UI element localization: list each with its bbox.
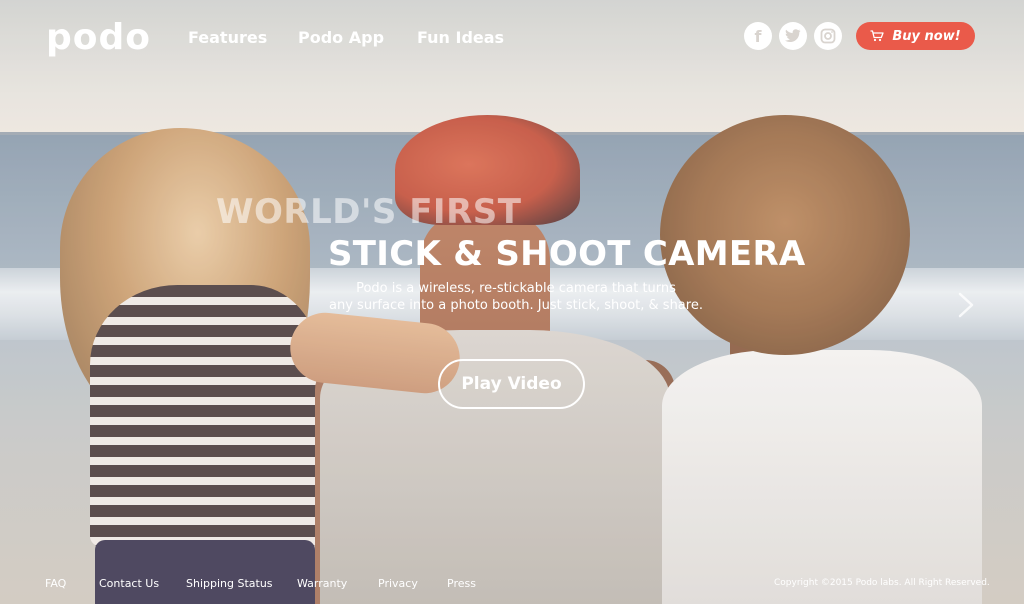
hero-headline-main: STICK & SHOOT CAMERA [328, 234, 806, 274]
chevron-right-icon[interactable] [956, 290, 976, 320]
nav-link-features[interactable]: Features [188, 28, 267, 48]
hero-description: Podo is a wireless, re-stickable camera … [316, 280, 716, 314]
nav-link-podo-app[interactable]: Podo App [298, 28, 384, 48]
hero-headline-top: WORLD'S FIRST [216, 192, 522, 232]
copyright-text: Copyright ©2015 Podo labs. All Right Res… [774, 578, 990, 588]
hero-description-line1: Podo is a wireless, re-stickable camera … [356, 281, 676, 296]
instagram-icon[interactable] [814, 22, 842, 50]
hero-description-line2: any surface into a photo booth. Just sti… [329, 298, 703, 313]
podo-logo[interactable]: podo [46, 16, 151, 60]
footer-link-press[interactable]: Press [447, 577, 476, 590]
buy-now-button[interactable]: Buy now! [856, 22, 975, 50]
nav-link-fun-ideas[interactable]: Fun Ideas [417, 28, 504, 48]
next-slide-arrow [958, 292, 974, 318]
footer-link-contact-us[interactable]: Contact Us [99, 577, 159, 590]
footer-link-privacy[interactable]: Privacy [378, 577, 418, 590]
facebook-glyph: f [754, 26, 762, 46]
site-header: podo Features Podo App Fun Ideas f Buy n… [0, 0, 1024, 76]
facebook-icon[interactable]: f [744, 22, 772, 50]
twitter-icon[interactable] [779, 22, 807, 50]
footer-link-warranty[interactable]: Warranty [297, 577, 347, 590]
buy-now-label: Buy now! [892, 28, 961, 44]
cart-icon [870, 30, 884, 42]
instagram-camera-icon [820, 28, 836, 44]
play-video-button[interactable]: Play Video [438, 359, 585, 409]
footer-link-shipping-status[interactable]: Shipping Status [186, 577, 273, 590]
footer-link-faq[interactable]: FAQ [45, 577, 66, 590]
twitter-bird-icon [785, 29, 801, 42]
